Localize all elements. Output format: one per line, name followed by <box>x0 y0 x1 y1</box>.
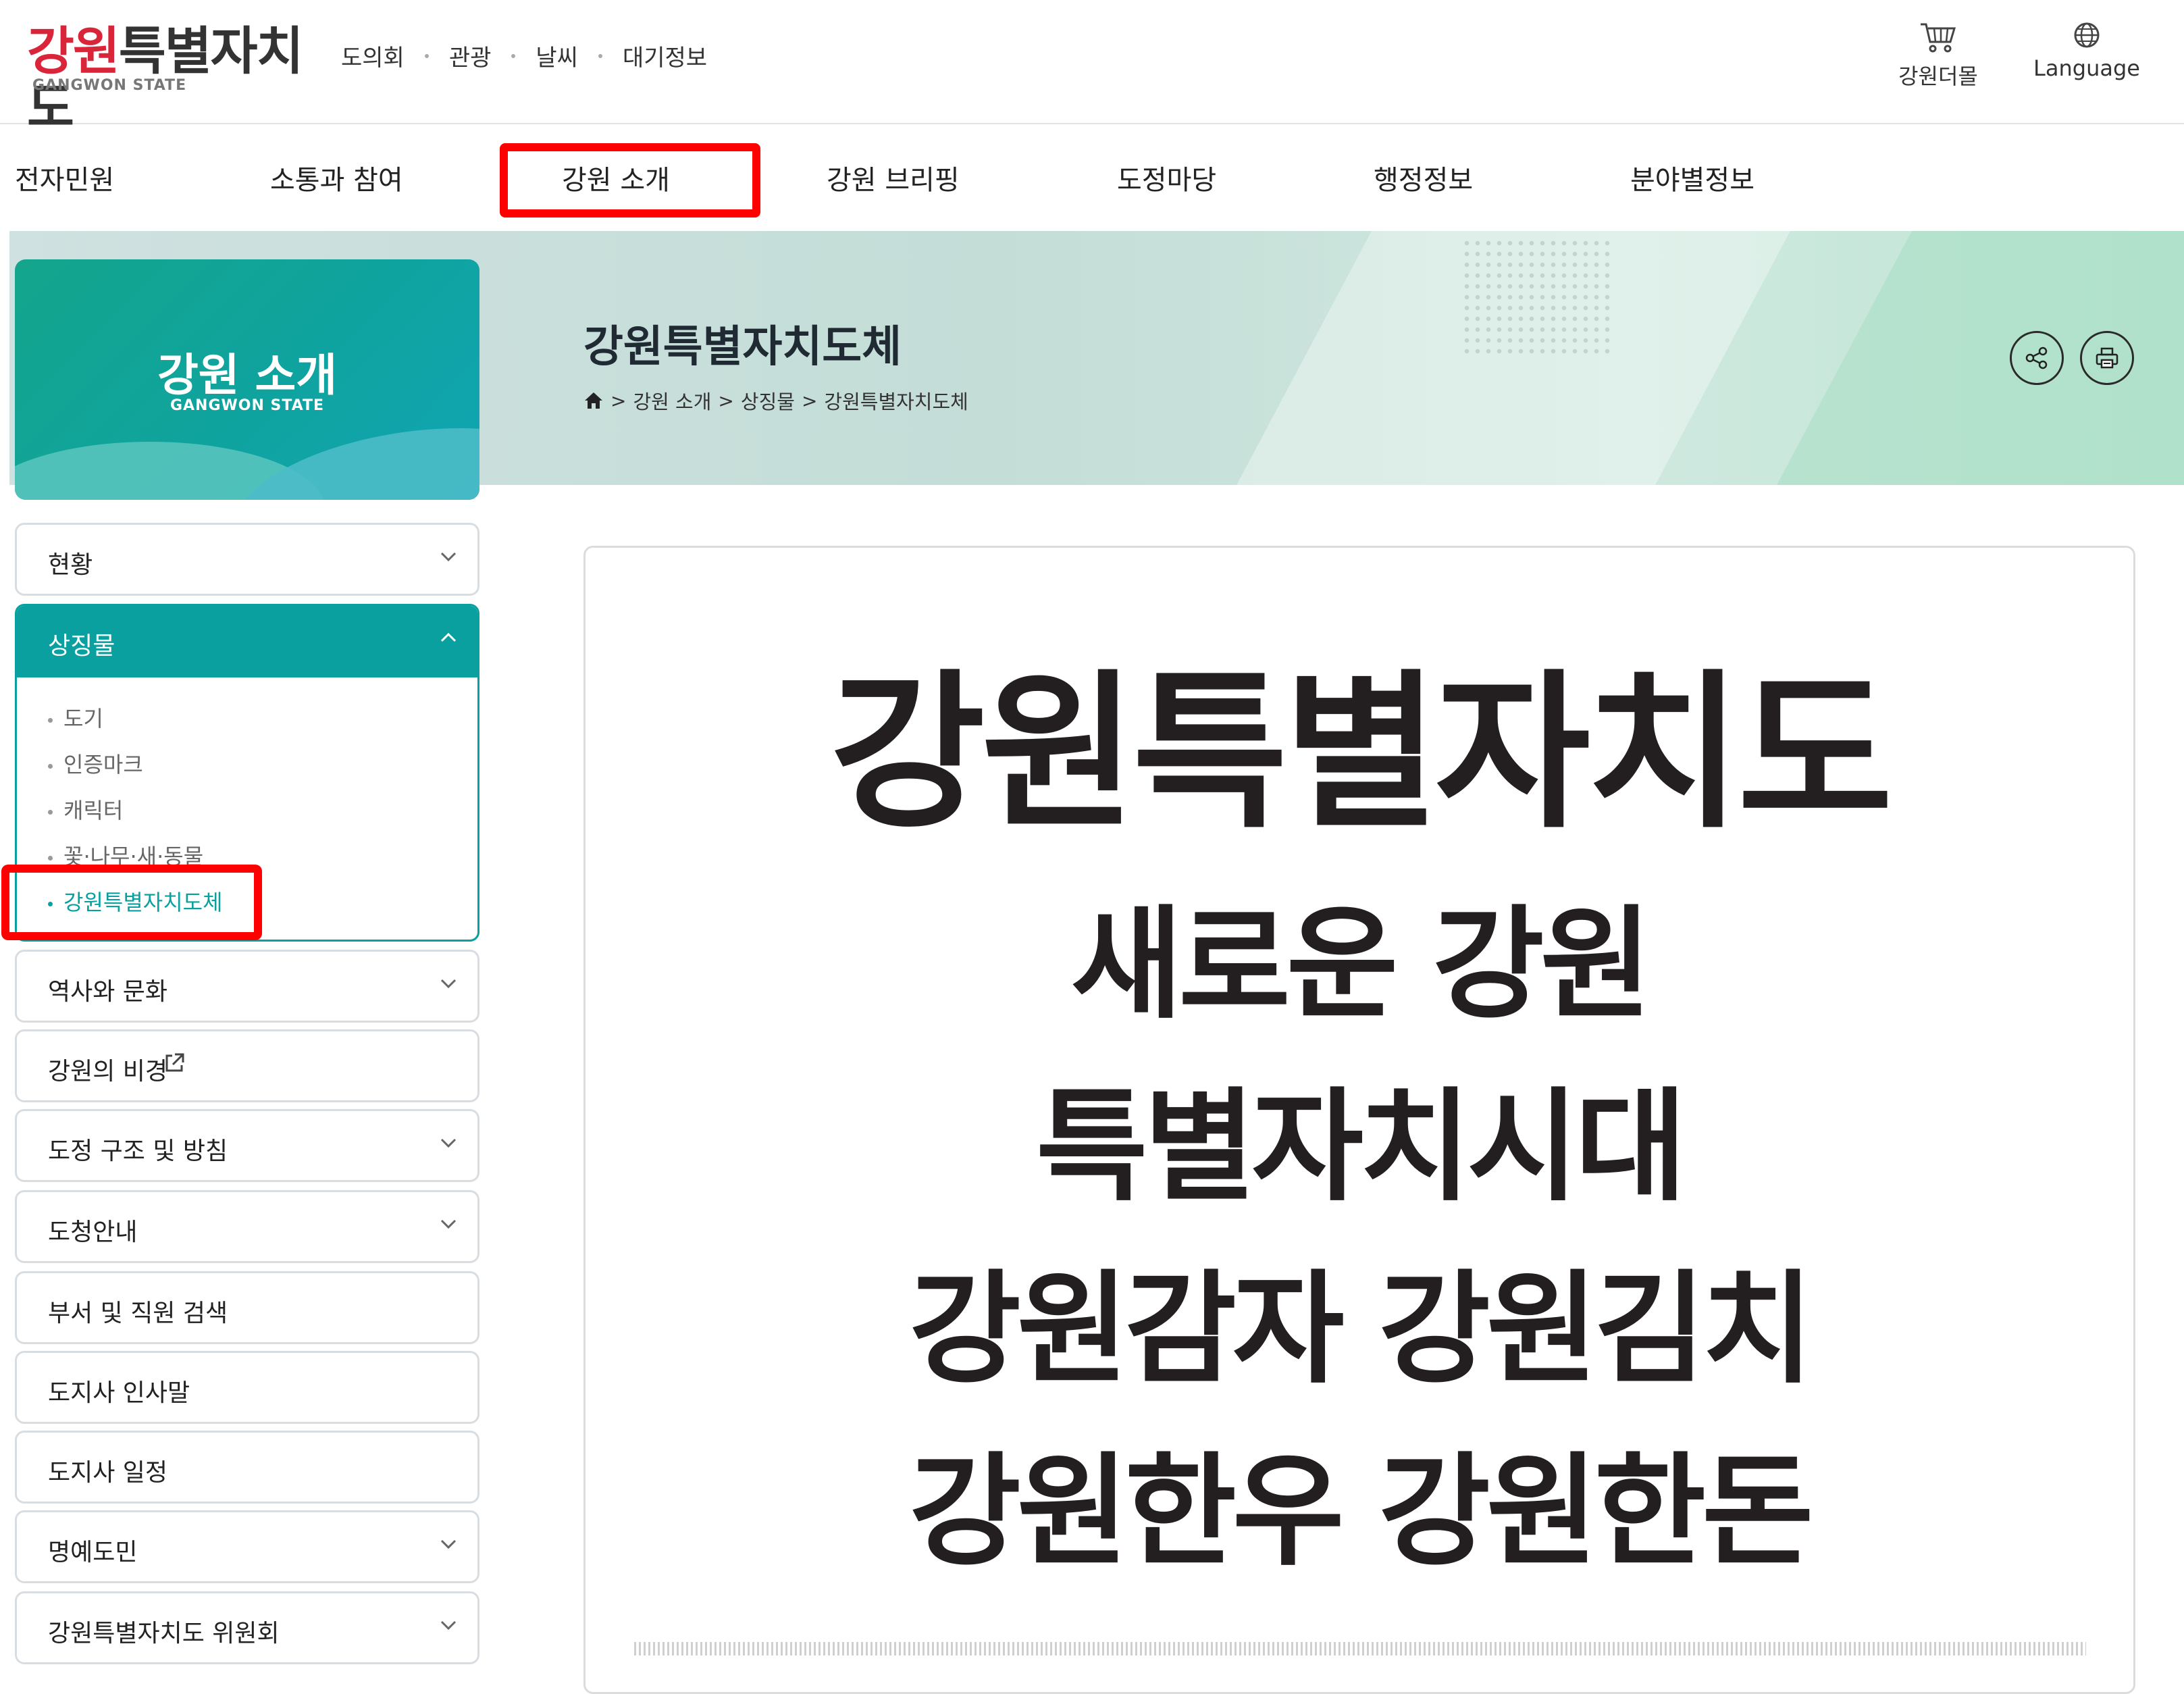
banner-dot-pattern <box>1461 238 1610 359</box>
sidebar-item-label: 도정 구조 및 방침 <box>48 1137 228 1165</box>
submenu-item-cert-mark[interactable]: 인증마크 <box>48 748 143 779</box>
share-icon <box>2025 346 2048 369</box>
breadcrumb-item-current[interactable]: 강원특별자치도체 <box>824 386 968 415</box>
submenu-item-flag[interactable]: 도기 <box>48 702 103 733</box>
external-link-icon <box>165 1053 184 1072</box>
typeface-sample-line: 강원한우 강원한돈 <box>909 1441 1813 1583</box>
top-link-separator <box>424 53 429 58</box>
submenu-item-label: 도기 <box>63 706 103 732</box>
sidebar-item-label: 도지사 일정 <box>48 1459 168 1487</box>
bullet <box>48 855 53 861</box>
bullet <box>48 717 53 723</box>
sidebar-title: 강원 소개 <box>157 349 337 401</box>
print-button[interactable] <box>2080 331 2134 385</box>
sidebar-item-governor-greeting[interactable]: 도지사 인사말 <box>15 1351 479 1424</box>
gnb-item-field-info[interactable]: 분야별정보 <box>1630 158 1754 197</box>
top-links: 도의회 관광 날씨 대기정보 <box>341 39 707 72</box>
chevron-up-icon <box>440 632 457 642</box>
gnb-item-e-civil[interactable]: 전자민원 <box>15 158 114 197</box>
sidebar-item-label: 역사와 문화 <box>48 978 168 1006</box>
breadcrumb-separator: > <box>718 389 734 412</box>
top-link-separator <box>598 53 602 58</box>
sidebar-item-scenery[interactable]: 강원의 비경 <box>15 1029 479 1102</box>
sidebar-item-label: 강원특별자치도 위원회 <box>48 1620 280 1647</box>
printer-icon <box>2096 347 2118 369</box>
highlight-box-gnb <box>500 143 760 217</box>
sidebar-item-label: 명예도민 <box>48 1539 138 1566</box>
top-link-air-quality[interactable]: 대기정보 <box>623 39 707 72</box>
typeface-sample-line: 강원감자 강원김치 <box>909 1259 1813 1400</box>
language-label: Language <box>2033 55 2140 81</box>
breadcrumb-item[interactable]: 상징물 <box>741 386 795 415</box>
top-link-council[interactable]: 도의회 <box>341 39 405 72</box>
top-header: 강원특별자치도 GANGWON STATE 도의회 관광 날씨 대기정보 강원더… <box>0 0 2184 136</box>
sidebar-item-label: 강원의 비경 <box>48 1058 168 1085</box>
language-selector[interactable]: Language <box>2026 20 2148 81</box>
gnb-item-admin-info[interactable]: 행정정보 <box>1374 158 1473 197</box>
top-link-separator <box>511 53 516 58</box>
site-logo[interactable]: 강원특별자치도 GANGWON STATE <box>27 23 311 136</box>
sidebar-item-office-guide[interactable]: 도청안내 <box>15 1190 479 1263</box>
mall-link[interactable]: 강원더몰 <box>1884 20 1992 91</box>
chevron-down-icon <box>440 1620 457 1631</box>
sidebar-item-label: 도지사 인사말 <box>48 1379 190 1407</box>
gnb-item-provincial-affairs[interactable]: 도정마당 <box>1117 158 1216 197</box>
home-icon[interactable] <box>583 391 604 410</box>
top-link-tourism[interactable]: 관광 <box>449 39 492 72</box>
sidebar-item-honorary-citizen[interactable]: 명예도민 <box>15 1510 479 1583</box>
bullet <box>48 809 53 815</box>
breadcrumb-separator: > <box>801 389 818 412</box>
sidebar-item-label: 현황 <box>48 551 93 579</box>
sidebar-item-label: 부서 및 직원 검색 <box>48 1300 228 1327</box>
typeface-sample-panel: 강원특별자치도 새로운 강원 특별자치시대 강원감자 강원김치 강원한우 강원한… <box>583 546 2135 1694</box>
sidebar-item-label: 상징물 <box>48 632 115 660</box>
sidebar-item-status[interactable]: 현황 <box>15 523 479 596</box>
sidebar-item-governor-schedule[interactable]: 도지사 일정 <box>15 1431 479 1504</box>
breadcrumb-item[interactable]: 강원 소개 <box>633 386 711 415</box>
breadcrumb-separator: > <box>610 389 627 412</box>
globe-icon <box>2074 22 2100 48</box>
chevron-down-icon <box>440 979 457 989</box>
chevron-down-icon <box>440 1138 457 1148</box>
logo-subtitle: GANGWON STATE <box>32 77 187 94</box>
chevron-down-icon <box>440 1539 457 1549</box>
typeface-sample-line: 강원특별자치도 <box>830 654 1893 851</box>
chevron-down-icon <box>440 1219 457 1229</box>
gnb-item-briefing[interactable]: 강원 브리핑 <box>827 158 960 197</box>
gnb-item-communication[interactable]: 소통과 참여 <box>270 158 403 197</box>
highlight-box-submenu <box>1 865 262 940</box>
sidebar-item-history-culture[interactable]: 역사와 문화 <box>15 950 479 1023</box>
submenu-item-label: 캐릭터 <box>63 798 124 823</box>
submenu-item-label: 인증마크 <box>63 752 143 777</box>
sidebar-subtitle: GANGWON STATE <box>170 397 325 414</box>
cart-icon <box>1921 23 1956 53</box>
sidebar-item-label: 도청안내 <box>48 1218 138 1246</box>
page-title: 강원특별자치도체 <box>583 322 902 372</box>
sidebar-header: 강원 소개 GANGWON STATE <box>15 259 479 500</box>
chevron-down-icon <box>440 552 457 562</box>
mall-label: 강원더몰 <box>1898 63 1978 89</box>
main-navigation: 전자민원 소통과 참여 강원 소개 강원 브리핑 도정마당 행정정보 분야별정보 <box>0 124 2184 231</box>
submenu-item-character[interactable]: 캐릭터 <box>48 794 123 825</box>
typeface-sample-line: 특별자치시대 <box>1036 1077 1687 1218</box>
share-button[interactable] <box>2010 331 2064 385</box>
sidebar-item-committee[interactable]: 강원특별자치도 위원회 <box>15 1591 479 1664</box>
sidebar-item-staff-search[interactable]: 부서 및 직원 검색 <box>15 1271 479 1344</box>
sidebar-item-structure-policy[interactable]: 도정 구조 및 방침 <box>15 1109 479 1182</box>
breadcrumb: > 강원 소개 > 상징물 > 강원특별자치도체 <box>583 386 968 415</box>
top-link-weather[interactable]: 날씨 <box>536 39 578 72</box>
dotted-divider <box>634 1642 2086 1656</box>
typeface-sample-line: 새로운 강원 <box>1070 894 1653 1035</box>
bullet <box>48 763 53 769</box>
